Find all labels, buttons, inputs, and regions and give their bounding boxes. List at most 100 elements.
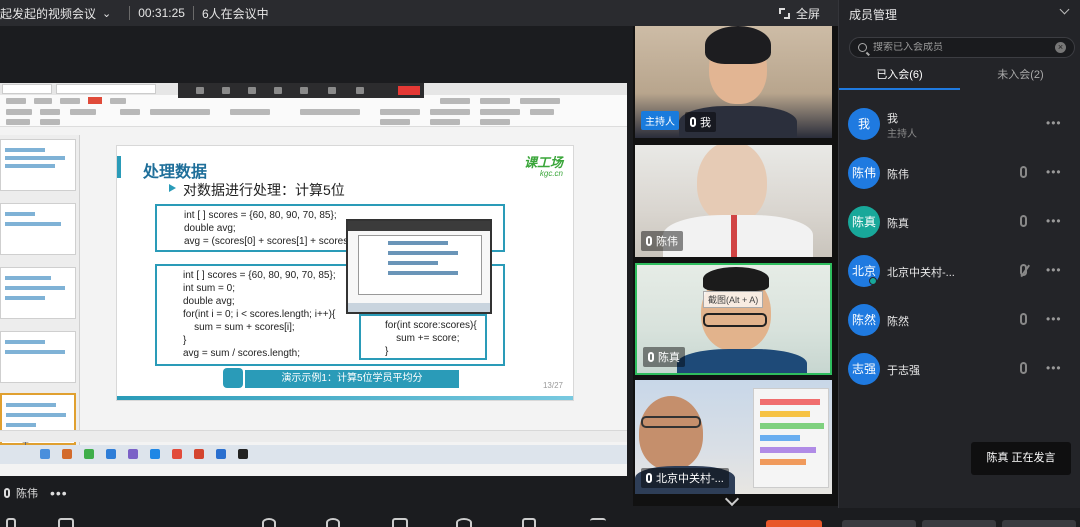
stop-share-button[interactable] [398,86,420,95]
kgc-logo: 课工场 kgc.cn [523,155,563,178]
member-name: 北京中关村-... [887,267,955,279]
demo-icon [223,368,243,388]
slide-thumbnails: + [0,135,80,453]
more-options-icon[interactable]: ••• [50,485,68,501]
slide-thumbnail[interactable] [0,203,76,255]
video-tile-chenwei[interactable]: 陈伟 [635,145,832,257]
screenshot-tooltip: 截图(Alt + A) [703,291,764,308]
member-search-input[interactable] [873,42,1053,53]
microphone-icon[interactable] [6,518,16,527]
fullscreen-button[interactable]: 全屏 [778,0,820,26]
video-tile-chenzhen-speaking[interactable]: 截图(Alt + A) 陈真 [635,263,832,375]
more-options-icon[interactable]: ••• [1046,165,1062,179]
slide-thumbnail[interactable] [0,139,76,191]
member-row[interactable]: 我 我 主持人 ••• [839,100,1080,149]
demo-example-banner: 演示示例1：计算5位学员平均分 [245,370,459,388]
more-options-icon[interactable]: ••• [1046,214,1062,228]
video-gallery: 主持人 我 陈伟 截图(Alt + A) 陈真 北京中关村-... [633,26,838,507]
panel-action-button[interactable] [842,520,916,527]
search-icon [858,43,867,52]
chart-poster [753,388,829,488]
member-name: 陈伟 [887,169,909,181]
microphone-icon [646,236,652,246]
record-icon[interactable] [456,518,472,527]
participants-icon[interactable] [262,518,276,527]
member-search[interactable]: × [849,37,1075,58]
panel-action-button[interactable] [1002,520,1076,527]
fullscreen-label: 全屏 [795,6,820,21]
clear-icon[interactable]: × [1055,42,1066,53]
current-slide: 处理数据 对数据进行处理：计算5位 课工场 kgc.cn int [ ] scor… [116,145,574,401]
microphone-icon [4,488,10,498]
member-name: 陈真 [887,218,909,230]
chat-icon[interactable] [522,518,536,527]
panel-title: 成员管理 [849,8,898,22]
share-screen-icon[interactable] [392,518,408,527]
member-row[interactable]: 陈伟 陈伟 ••• [839,149,1080,198]
microphone-muted-icon[interactable] [1020,264,1027,276]
invite-icon[interactable] [326,518,340,527]
member-role: 主持人 [887,129,917,140]
member-name: 于志强 [887,365,920,377]
camera-icon[interactable] [58,518,74,527]
fullscreen-icon [778,7,790,19]
microphone-icon[interactable] [1020,313,1027,325]
slide-page-number: 13/27 [542,381,563,390]
more-options-icon[interactable]: ••• [1046,116,1062,130]
avatar: 我 [848,108,880,140]
meeting-title[interactable]: 起发起的视频会议 [0,5,96,22]
video-tile-name: 陈伟 [641,231,683,251]
member-row[interactable]: 陈然 陈然 ••• [839,296,1080,345]
video-tile-name: 北京中关村-... [641,468,729,488]
ppt-ribbon-accent [88,97,102,104]
ppt-ribbon [0,95,627,127]
slide-thumbnail[interactable] [0,267,76,319]
more-options-icon[interactable]: ••• [1046,361,1062,375]
divider [129,6,131,20]
member-row[interactable]: 北京 北京中关村-... ••• [839,247,1080,296]
avatar: 陈伟 [848,157,880,189]
member-tabs: 已入会(6) 未入会(2) [839,64,1080,90]
slide-bullet: 对数据进行处理：计算5位 [169,182,345,198]
microphone-icon [648,352,654,362]
microphone-icon [690,117,696,127]
divider [192,6,194,20]
slide-thumbnail[interactable] [0,331,76,383]
member-row[interactable]: 陈真 陈真 ••• [839,198,1080,247]
chevron-down-icon[interactable]: ⌄ [102,7,111,20]
video-tile-self[interactable]: 主持人 我 [635,26,832,138]
participants-status: 6人在会议中 [201,6,269,21]
video-tile-beijing[interactable]: 北京中关村-... [635,380,832,494]
panel-action-button[interactable] [922,520,996,527]
picture-in-picture-window [346,219,492,314]
more-options-icon[interactable]: ••• [1046,263,1062,277]
scroll-down-chevron-icon[interactable] [724,491,740,507]
microphone-icon[interactable] [1020,215,1027,227]
slide-bottom-line [117,396,573,400]
microphone-icon[interactable] [1020,166,1027,178]
ppt-tab [2,84,52,94]
more-icon[interactable] [590,518,606,527]
video-tile-name: 我 [685,112,716,132]
member-name: 陈然 [887,316,909,328]
more-options-icon[interactable]: ••• [1046,312,1062,326]
tab-not-joined[interactable]: 未入会(2) [960,64,1080,90]
member-name: 我 [887,113,898,125]
chevron-down-icon[interactable] [1059,4,1070,15]
shared-screen-content: + 处理数据 对数据进行处理：计算5位 课工场 kgc.cn int [ ] sc… [0,83,627,476]
screen-share-toolbar[interactable] [178,83,424,98]
microphone-icon[interactable] [1020,362,1027,374]
meeting-top-bar: 起发起的视频会议 ⌄ 00:31:25 6人在会议中 全屏 [0,0,838,26]
device-status-dot [869,277,877,285]
slide-accent-bar [117,156,121,178]
member-row[interactable]: 志强 于志强 ••• [839,345,1080,394]
current-speaker-indicator: 陈伟 ••• [4,485,68,501]
shared-screen-stage: + 处理数据 对数据进行处理：计算5位 课工场 kgc.cn int [ ] sc… [0,26,633,479]
end-meeting-button[interactable] [766,520,822,527]
ppt-tab [56,84,156,94]
ppt-status-bar [0,430,627,442]
tab-joined[interactable]: 已入会(6) [839,64,960,90]
microphone-icon [646,473,652,483]
avatar: 志强 [848,353,880,385]
meeting-timer: 00:31:25 [138,6,185,20]
